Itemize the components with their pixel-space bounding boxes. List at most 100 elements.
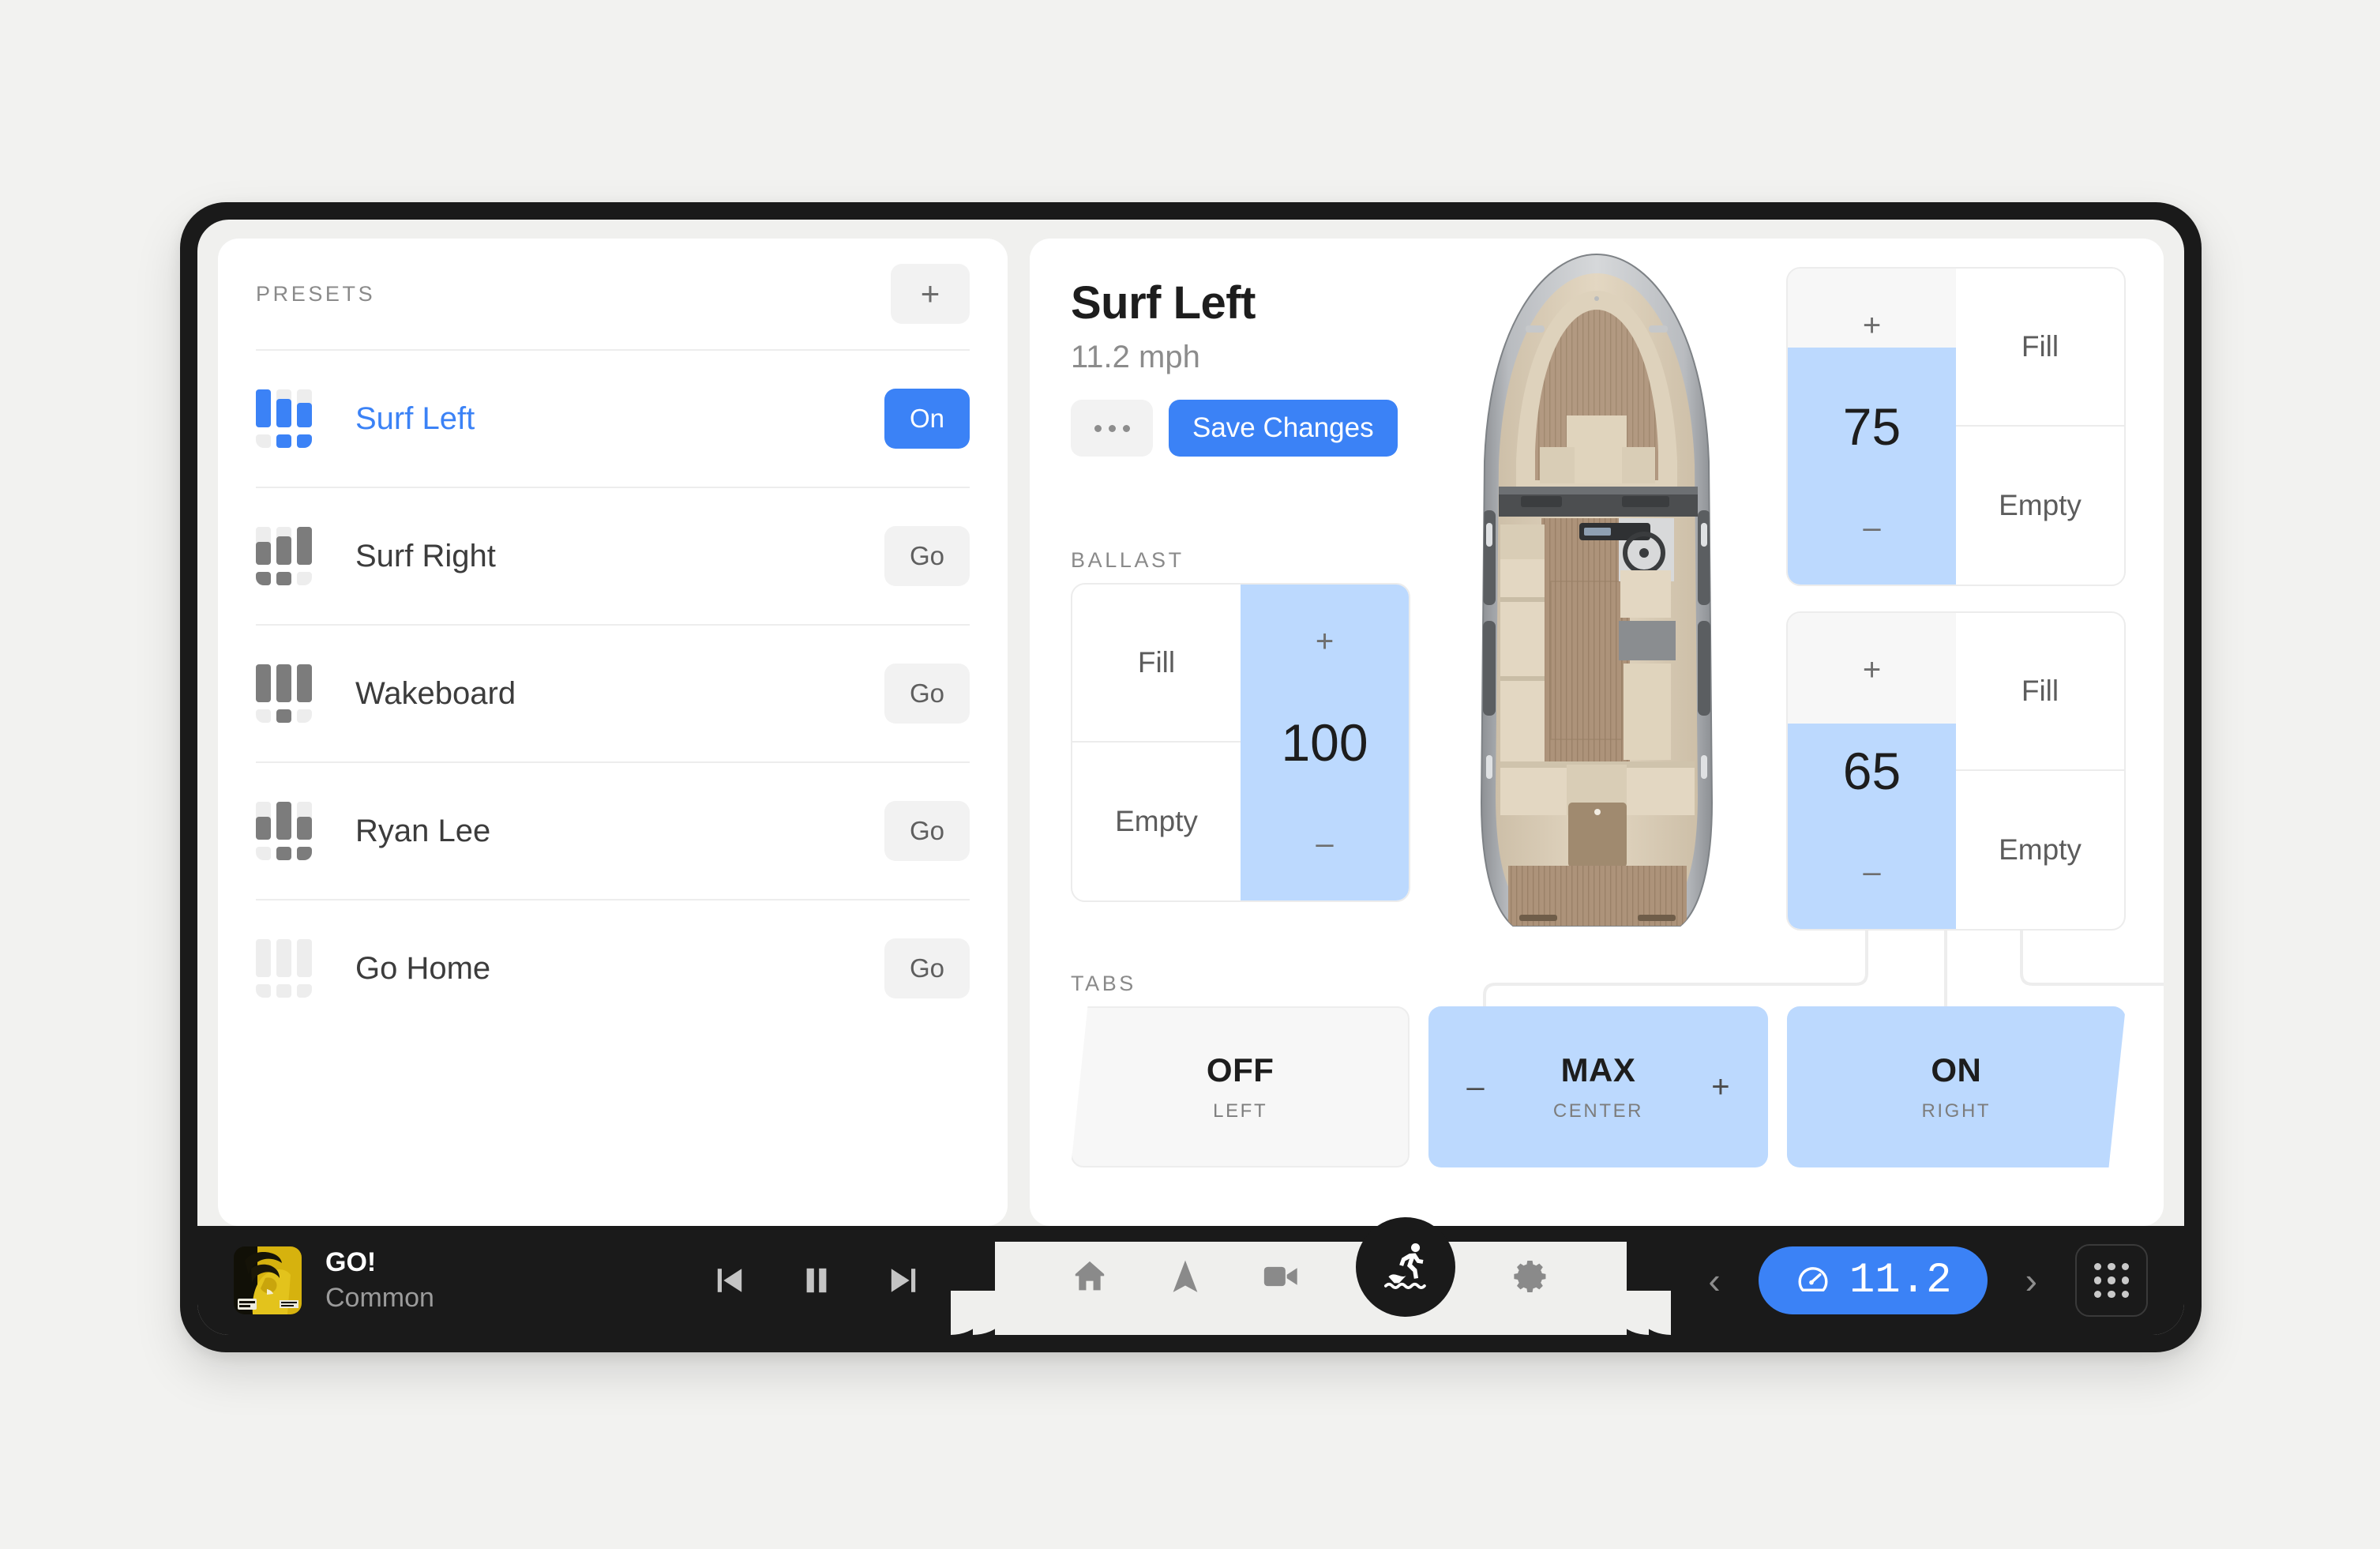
ballast-left-fill-button[interactable]: Fill [1072, 585, 1241, 743]
ballast-left-stepper[interactable]: + 100 – [1241, 585, 1409, 900]
preset-go-button[interactable]: Go [884, 526, 970, 586]
boat-top-view-illustration [1480, 253, 1714, 927]
more-dot-icon [1122, 424, 1130, 432]
tab-card-left[interactable]: OFF LEFT [1071, 1006, 1410, 1167]
media-text: GO! Common [325, 1247, 434, 1314]
tab-zone-label: CENTER [1552, 1100, 1644, 1122]
skip-previous-icon [717, 1269, 742, 1292]
tab-zone-label: LEFT [1213, 1100, 1268, 1122]
preset-tab-indicator [297, 434, 312, 448]
preset-ballast-icon [256, 664, 313, 723]
nav-home-button[interactable] [1069, 1256, 1110, 1297]
nav-navigate-button[interactable] [1165, 1256, 1206, 1297]
ballast-front-right-decrease-button[interactable]: – [1788, 512, 1956, 543]
ballast-front-right-actions: Fill Empty [1956, 269, 2124, 585]
media-play-pause-button[interactable] [798, 1261, 835, 1299]
preset-name: Go Home [355, 950, 491, 986]
ballast-rear-right-decrease-button[interactable]: – [1788, 856, 1956, 888]
preset-tab-indicator [297, 847, 312, 860]
preset-row[interactable]: Surf Left On [256, 349, 970, 487]
preset-tab-indicator [297, 572, 312, 585]
ballast-rear-right-fill-button[interactable]: Fill [1956, 613, 2124, 771]
save-changes-button[interactable]: Save Changes [1169, 400, 1398, 457]
album-art [234, 1246, 302, 1314]
tab-card-right[interactable]: ON RIGHT [1786, 1006, 2126, 1167]
ballast-left-empty-button[interactable]: Empty [1072, 743, 1241, 900]
preset-bar [297, 939, 312, 977]
preset-bar [297, 664, 312, 702]
speed-readout: 11.2 mph [1071, 340, 1200, 374]
ballast-front-right-tank: + 75 – Fill Empty [1786, 267, 2126, 586]
preset-bar [297, 527, 312, 565]
preset-row[interactable]: Go Home Go [256, 899, 970, 1036]
ballast-front-right-stepper[interactable]: + 75 – [1788, 269, 1956, 585]
album-art-image [234, 1246, 302, 1314]
tab-decrease-button[interactable]: – [1466, 1071, 1484, 1103]
tab-state-label: OFF [1206, 1051, 1274, 1088]
preset-bar [256, 664, 271, 702]
preset-tab-indicator [276, 709, 291, 723]
media-previous-button[interactable] [711, 1261, 749, 1299]
preset-name: Surf Right [355, 538, 496, 573]
apps-grid-button[interactable] [2075, 1244, 2148, 1317]
tabs-section-label: TABS [1071, 972, 1136, 995]
ballast-rear-right-value: 65 [1842, 742, 1901, 800]
preset-go-button[interactable]: Go [884, 938, 970, 998]
ballast-front-right-fill-button[interactable]: Fill [1956, 269, 2124, 427]
preset-tab-indicator [297, 709, 312, 723]
ballast-front-right-increase-button[interactable]: + [1788, 310, 1956, 341]
add-preset-button[interactable]: + [891, 264, 970, 324]
home-icon [1075, 1261, 1105, 1291]
preset-row[interactable]: Surf Right Go [256, 487, 970, 624]
preset-bar [297, 802, 312, 840]
preset-bar [276, 389, 291, 427]
ballast-left-actions: Fill Empty [1072, 585, 1241, 900]
preset-bar [256, 389, 271, 427]
preset-bar [297, 389, 312, 427]
preset-detail-panel: Surf Left 11.2 mph Save Changes BALLAST … [1030, 239, 2164, 1226]
speed-pill[interactable]: 11.2 [1758, 1246, 1988, 1314]
preset-go-button[interactable]: Go [884, 664, 970, 724]
ballast-left-increase-button[interactable]: + [1241, 626, 1409, 657]
previous-gauge-button[interactable]: ‹ [1702, 1262, 1726, 1299]
ballast-front-right-empty-button[interactable]: Empty [1956, 427, 2124, 585]
preset-tab-indicator [256, 984, 271, 998]
tab-state-label: ON [1931, 1051, 1982, 1088]
surfer-icon [1384, 1243, 1427, 1289]
nav-surf-button[interactable] [1356, 1217, 1456, 1317]
tab-increase-button[interactable]: + [1711, 1071, 1729, 1103]
nav-camera-button[interactable] [1259, 1255, 1302, 1298]
skip-next-icon [891, 1269, 916, 1292]
nav-settings-button[interactable] [1510, 1255, 1552, 1298]
preset-tab-indicator [276, 434, 291, 448]
tab-card-center[interactable]: – + MAX CENTER [1428, 1006, 1768, 1167]
bottom-bar: GO! Common ‹ 11.2 › [197, 1217, 2184, 1335]
grid-apps-icon [2094, 1263, 2102, 1271]
preset-tab-indicator [276, 572, 291, 585]
navigate-icon [1173, 1260, 1197, 1292]
ballast-left-decrease-button[interactable]: – [1241, 828, 1409, 859]
preset-go-button[interactable]: Go [884, 801, 970, 861]
next-gauge-button[interactable]: › [2019, 1262, 2044, 1299]
preset-bar [256, 939, 271, 977]
tab-state-label: MAX [1560, 1051, 1636, 1088]
more-options-button[interactable] [1071, 400, 1153, 457]
ballast-rear-right-increase-button[interactable]: + [1788, 654, 1956, 686]
media-controls [711, 1226, 922, 1335]
ballast-rear-right-empty-button[interactable]: Empty [1956, 771, 2124, 929]
media-next-button[interactable] [884, 1261, 922, 1299]
preset-ballast-icon [256, 802, 313, 860]
preset-row[interactable]: Ryan Lee Go [256, 761, 970, 899]
presets-section-label: PRESETS [256, 281, 376, 306]
main-content: PRESETS + Surf Left On Surf Right Go Wakeboa… [197, 220, 2184, 1226]
preset-bar [276, 939, 291, 977]
pause-icon [806, 1268, 827, 1293]
ballast-rear-right-stepper[interactable]: + 65 – [1788, 613, 1956, 929]
right-controls: ‹ 11.2 › [1702, 1226, 2148, 1335]
preset-name: Wakeboard [355, 675, 516, 711]
preset-tab-indicator [256, 709, 271, 723]
preset-on-button[interactable]: On [884, 389, 970, 449]
nav-buttons [995, 1217, 1627, 1335]
preset-bar [276, 664, 291, 702]
preset-row[interactable]: Wakeboard Go [256, 624, 970, 761]
